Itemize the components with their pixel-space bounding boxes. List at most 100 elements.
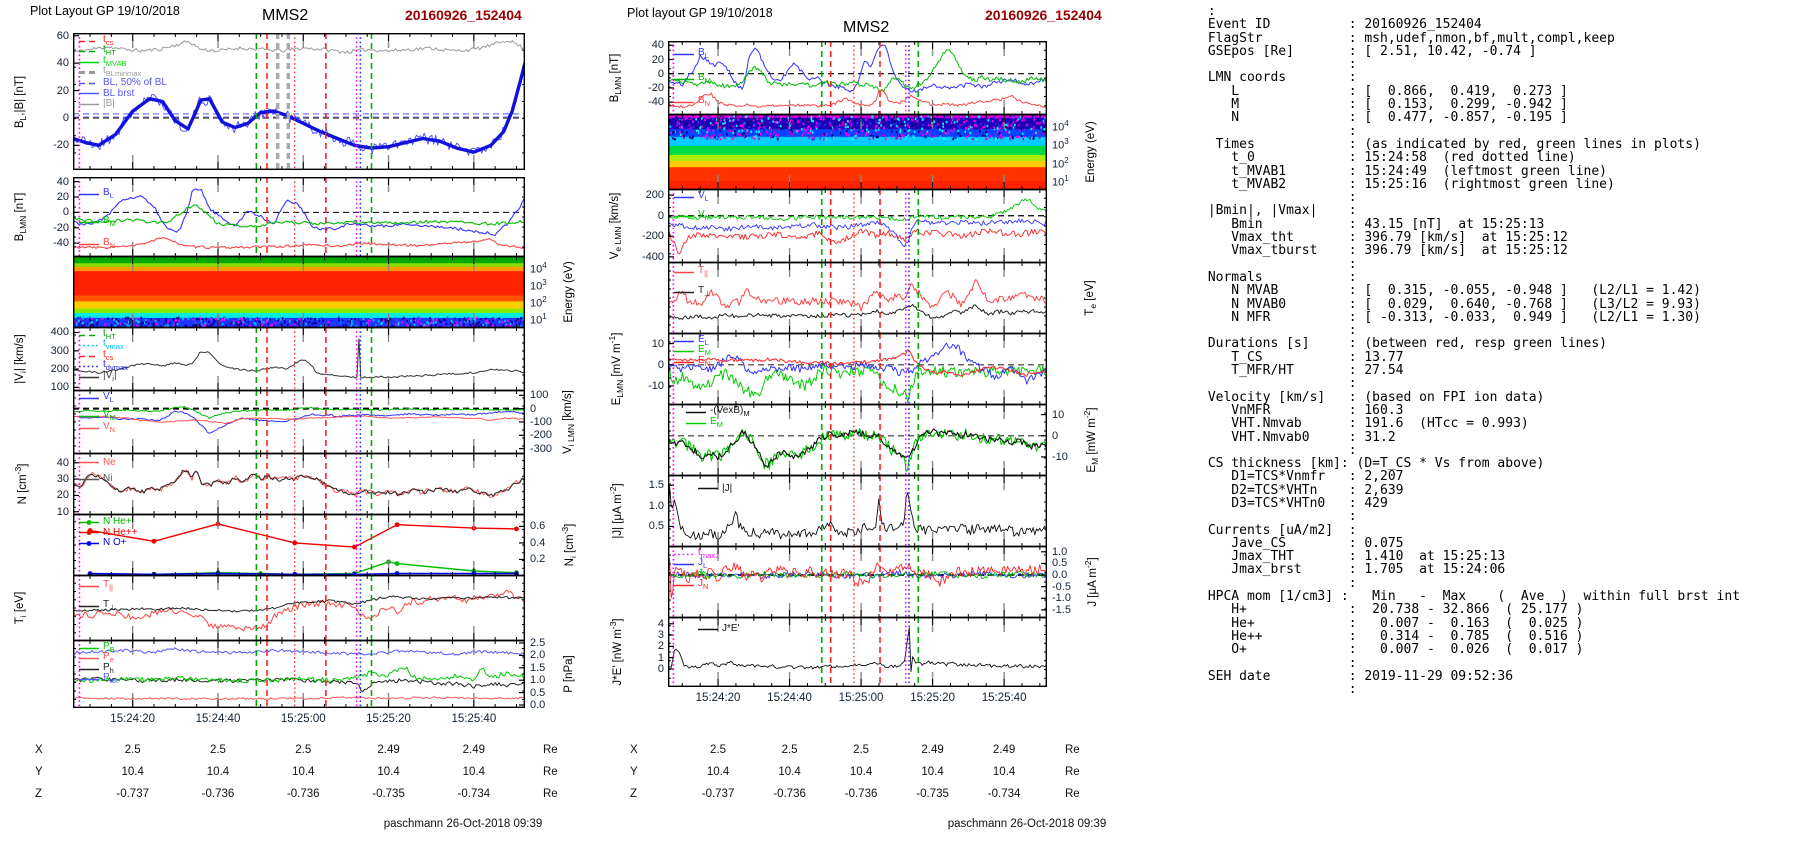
- ephemeris-value: 10.4: [206, 766, 230, 778]
- ephemeris-value: 2.49: [377, 744, 400, 756]
- plot-pressure: [72, 639, 526, 708]
- legend-line-sample: [79, 647, 99, 649]
- legend-item: VM: [673, 209, 711, 222]
- ephemeris-row-label: Z: [35, 788, 43, 800]
- legend-line-sample: [698, 628, 718, 630]
- y-tick-label: -200: [641, 230, 664, 243]
- info-line: VnMFR : 160.3: [1200, 402, 1404, 418]
- info-line: CS thickness [km]: (D=T_CS * Vs from abo…: [1200, 456, 1545, 472]
- y-tick-label: -40: [648, 96, 664, 109]
- left-plot-layout-label: Plot Layout GP 19/10/2018: [30, 4, 180, 18]
- right-credit-footer: paschmann 26-Oct-2018 09:39: [947, 818, 1107, 830]
- y-tick-label: 20: [56, 489, 69, 502]
- legend-line-sample: [674, 361, 694, 363]
- right-event-id: 20160926_152404: [985, 7, 1102, 23]
- info-line: N : [ 0.477, -0.857, -0.195 ]: [1200, 110, 1568, 126]
- ephemeris-unit: Re: [1065, 744, 1080, 756]
- info-line: GSEpos [Re] : [ 2.51, 10.42, -0.74 ]: [1200, 43, 1537, 59]
- info-line: :: [1200, 190, 1357, 206]
- legend-item: BL: [78, 188, 114, 200]
- legend-label: BL brst: [103, 87, 135, 99]
- ephemeris-value: 2.49: [462, 744, 486, 756]
- y-tick-label: -10: [648, 379, 664, 392]
- info-line: t_MVAB2 : 15:25:16 (rightmost green line…: [1200, 176, 1615, 192]
- legend-item: VN: [78, 421, 115, 434]
- y-tick-label: 10: [651, 337, 664, 350]
- legend-line-sample: [79, 415, 99, 417]
- plot-minor-ions: [72, 513, 526, 577]
- ephemeris-value: 2.5: [209, 744, 226, 756]
- info-line: D2=TCS*VHTn : 2,639: [1200, 482, 1404, 498]
- y-tick-label: 0: [62, 206, 69, 219]
- ephemeris-row-label: X: [35, 744, 43, 756]
- info-line: :: [1200, 256, 1357, 272]
- y-tick-label: 200: [50, 363, 69, 376]
- legend-line-sample: [79, 585, 99, 588]
- ephemeris-unit: Re: [1065, 766, 1080, 778]
- legend-item: VL: [78, 392, 114, 404]
- info-line: t_MVAB1 : 15:24:49 (leftmost green line): [1200, 163, 1607, 179]
- plot-ion-spectrogram: [72, 255, 527, 331]
- axis-label-right: EM [mW m-2]: [1081, 407, 1101, 473]
- legend-label: BN: [103, 236, 116, 250]
- info-line: T_MFR/HT : 27.54: [1200, 363, 1404, 379]
- legend-line-sample: [79, 376, 99, 378]
- info-line: H+ : 20.738 - 32.866 ( 25.177 ): [1200, 602, 1584, 618]
- y-tick-label: 100: [50, 381, 69, 394]
- axis-label-left: BLMN [nT]: [608, 53, 624, 103]
- y-tick-label: 0: [657, 358, 664, 371]
- plot-ti: [72, 574, 526, 641]
- panel-blmn-brst: [667, 40, 1048, 115]
- legend-item: T⊥: [673, 285, 711, 298]
- legend-item: |B|: [78, 99, 115, 109]
- legend-item: BL brst: [78, 87, 135, 99]
- legend-label: BL, 50% of BL: [103, 77, 167, 88]
- x-tick-label: 15:25:40: [981, 692, 1027, 704]
- axis-label-left: |Vi| [km/s]: [13, 334, 29, 384]
- panel-bl-b: [72, 32, 527, 171]
- panel-e-spectrogram: [667, 113, 1049, 191]
- ephemeris-value: -0.736: [844, 788, 878, 800]
- info-line: HPCA mom [1/cm3] : Min - Max ( Ave ) wit…: [1200, 589, 1741, 605]
- axis-label-right: P [nPa]: [563, 655, 575, 693]
- legend-line-sample: [674, 574, 694, 576]
- axis-label-left: |J| [μA m-2]: [608, 483, 624, 539]
- panel-te: [667, 261, 1048, 334]
- y-tick-label: 1.0: [648, 499, 664, 512]
- legend-item: tvmax: [78, 339, 124, 351]
- y-tick-label: 60: [56, 29, 69, 42]
- ephemeris-row-label: Z: [630, 788, 638, 800]
- legend-line-sample: [79, 71, 99, 74]
- info-line: :: [1200, 509, 1357, 525]
- legend-item: BL, 50% of BL: [78, 78, 167, 88]
- legend-line-sample: [79, 194, 99, 196]
- panel-density: [72, 452, 526, 515]
- info-line: M : [ 0.153, 0.299, -0.942 ]: [1200, 97, 1568, 113]
- ephemeris-unit: Re: [1065, 788, 1080, 800]
- axis-label-left: N [cm-3]: [13, 463, 29, 505]
- info-line: He++ : 0.314 - 0.785 ( 0.516 ): [1200, 628, 1584, 644]
- info-line: Bmin : 43.15 [nT] at 15:25:13: [1200, 216, 1545, 232]
- ephemeris-value: 10.4: [992, 766, 1016, 778]
- plot-density: [72, 452, 526, 515]
- info-line: :: [1200, 323, 1357, 339]
- ephemeris-value: 10.4: [377, 766, 400, 778]
- legend-line-sample: [79, 427, 99, 429]
- plot-vi-lmn: [72, 389, 526, 454]
- legend-label: T⊥: [103, 598, 116, 612]
- legend-item: EN: [673, 355, 710, 368]
- y-tick-label: 0.5: [648, 520, 664, 533]
- legend-line-sample: [674, 101, 694, 103]
- y-tick-label: 40: [56, 456, 69, 469]
- axis-label-right: Vi LMN [km/s]: [561, 390, 577, 454]
- x-tick-label: 15:24:20: [695, 692, 741, 704]
- panel-vi-lmn: [72, 389, 526, 454]
- info-line: Durations [s] : (between red, resp green…: [1200, 336, 1607, 352]
- y-tick-label: 0.0: [530, 699, 546, 712]
- y-tick-label: 40: [651, 39, 664, 52]
- ephemeris-value: 10.4: [849, 766, 873, 778]
- legend-label: JN: [698, 578, 709, 592]
- legend-item: BM: [673, 72, 711, 85]
- legend-item: BM: [78, 215, 116, 228]
- ephemeris-value: 2.5: [710, 744, 727, 756]
